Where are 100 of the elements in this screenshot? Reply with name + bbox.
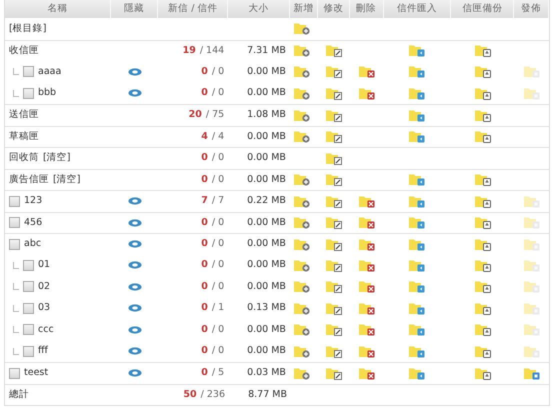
folder-clock-icon[interactable] xyxy=(474,238,491,251)
folder-name[interactable]: teest xyxy=(24,366,48,380)
folder-plus-icon[interactable] xyxy=(294,173,310,186)
column-header[interactable]: 發佈 xyxy=(521,2,542,16)
column-header[interactable]: 新信 / 信件 xyxy=(168,2,218,16)
folder-name[interactable]: [根目錄] xyxy=(9,22,46,36)
folder-pencil-icon[interactable] xyxy=(326,302,342,315)
folder-name[interactable]: ccc xyxy=(38,322,54,337)
checkbox[interactable] xyxy=(23,88,34,99)
eye-icon[interactable] xyxy=(128,304,142,312)
folder-pencil-icon[interactable] xyxy=(326,280,342,294)
folder-pencil-icon[interactable] xyxy=(326,108,342,122)
folder-import-icon[interactable] xyxy=(409,302,426,315)
eye-icon[interactable] xyxy=(128,218,142,227)
column-header[interactable]: 大小 xyxy=(248,2,269,16)
folder-clock-icon[interactable] xyxy=(474,302,491,315)
folder-import-icon[interactable] xyxy=(409,86,426,100)
folder-import-icon[interactable] xyxy=(409,130,426,144)
folder-import-icon[interactable] xyxy=(409,194,426,208)
folder-plus-icon[interactable] xyxy=(294,323,310,336)
folder-name[interactable]: 456 xyxy=(24,216,42,230)
folder-pencil-icon[interactable] xyxy=(326,65,342,78)
folder-clock-icon[interactable] xyxy=(474,86,491,100)
folder-pencil-icon[interactable] xyxy=(326,323,342,336)
folder-name[interactable]: fff xyxy=(38,344,48,358)
folder-clock-icon[interactable] xyxy=(474,44,491,58)
folder-x-icon[interactable] xyxy=(358,280,375,294)
column-header[interactable]: 信匣備份 xyxy=(462,2,502,16)
checkbox[interactable] xyxy=(23,346,34,357)
folder-clock-icon[interactable] xyxy=(474,366,491,380)
folder-clock-icon[interactable] xyxy=(474,194,491,208)
checkbox[interactable] xyxy=(23,281,34,292)
folder-pencil-icon[interactable] xyxy=(326,344,342,358)
folder-share-icon[interactable] xyxy=(524,366,540,380)
eye-icon[interactable] xyxy=(128,197,142,206)
folder-clock-icon[interactable] xyxy=(474,280,491,294)
folder-import-icon[interactable] xyxy=(409,258,426,272)
checkbox[interactable] xyxy=(23,66,34,78)
folder-name[interactable]: 廣告信匣 xyxy=(9,172,49,187)
folder-plus-icon[interactable] xyxy=(294,302,310,315)
folder-name[interactable]: 02 xyxy=(38,280,50,294)
empty-link[interactable]: [清空] xyxy=(53,172,80,187)
folder-plus-icon[interactable] xyxy=(294,194,310,208)
folder-plus-icon[interactable] xyxy=(294,130,310,144)
folder-clock-icon[interactable] xyxy=(474,344,491,358)
folder-import-icon[interactable] xyxy=(409,216,426,230)
folder-pencil-icon[interactable] xyxy=(326,238,342,251)
folder-name[interactable]: bbb xyxy=(38,86,56,100)
folder-x-icon[interactable] xyxy=(358,238,375,251)
folder-plus-icon[interactable] xyxy=(294,44,310,58)
folder-import-icon[interactable] xyxy=(409,65,426,78)
folder-x-icon[interactable] xyxy=(358,302,375,315)
column-header[interactable]: 刪除 xyxy=(356,2,376,16)
eye-icon[interactable] xyxy=(128,347,142,356)
folder-plus-icon[interactable] xyxy=(294,216,310,230)
column-header[interactable]: 名稱 xyxy=(47,2,68,16)
folder-import-icon[interactable] xyxy=(409,344,426,358)
checkbox[interactable] xyxy=(23,302,34,314)
folder-name[interactable]: 送信匣 xyxy=(9,108,39,122)
column-header[interactable]: 信件匯入 xyxy=(397,2,437,16)
folder-name[interactable]: 123 xyxy=(24,194,42,208)
folder-plus-icon[interactable] xyxy=(294,280,310,294)
folder-x-icon[interactable] xyxy=(358,194,375,208)
folder-name[interactable]: aaaa xyxy=(38,64,62,79)
folder-import-icon[interactable] xyxy=(409,44,426,58)
folder-x-icon[interactable] xyxy=(358,258,375,272)
folder-pencil-icon[interactable] xyxy=(326,216,342,230)
folder-import-icon[interactable] xyxy=(409,280,426,294)
folder-plus-icon[interactable] xyxy=(294,258,310,272)
folder-pencil-icon[interactable] xyxy=(326,44,342,58)
folder-plus-icon[interactable] xyxy=(294,22,310,36)
eye-icon[interactable] xyxy=(128,68,142,76)
folder-import-icon[interactable] xyxy=(409,173,426,186)
empty-link[interactable]: [清空] xyxy=(43,151,70,166)
folder-clock-icon[interactable] xyxy=(474,108,491,122)
folder-plus-icon[interactable] xyxy=(294,65,310,78)
folder-x-icon[interactable] xyxy=(358,366,375,380)
folder-pencil-icon[interactable] xyxy=(326,152,342,165)
column-header[interactable]: 新增 xyxy=(293,2,314,16)
folder-clock-icon[interactable] xyxy=(474,130,491,144)
checkbox[interactable] xyxy=(9,217,20,228)
eye-icon[interactable] xyxy=(128,369,142,378)
folder-pencil-icon[interactable] xyxy=(326,258,342,272)
folder-name[interactable]: 回收筒 xyxy=(9,151,39,166)
folder-pencil-icon[interactable] xyxy=(326,173,342,186)
eye-icon[interactable] xyxy=(128,261,142,270)
folder-clock-icon[interactable] xyxy=(474,65,491,78)
checkbox[interactable] xyxy=(9,368,20,379)
folder-x-icon[interactable] xyxy=(358,216,375,230)
folder-name[interactable]: 收信匣 xyxy=(9,44,39,58)
eye-icon[interactable] xyxy=(128,282,142,291)
folder-plus-icon[interactable] xyxy=(294,344,310,358)
folder-import-icon[interactable] xyxy=(409,238,426,251)
folder-x-icon[interactable] xyxy=(358,86,375,100)
folder-name[interactable]: 草稿匣 xyxy=(9,130,39,144)
eye-icon[interactable] xyxy=(128,326,142,334)
folder-clock-icon[interactable] xyxy=(474,216,491,230)
checkbox[interactable] xyxy=(9,196,20,207)
folder-clock-icon[interactable] xyxy=(474,173,491,186)
eye-icon[interactable] xyxy=(128,240,142,248)
